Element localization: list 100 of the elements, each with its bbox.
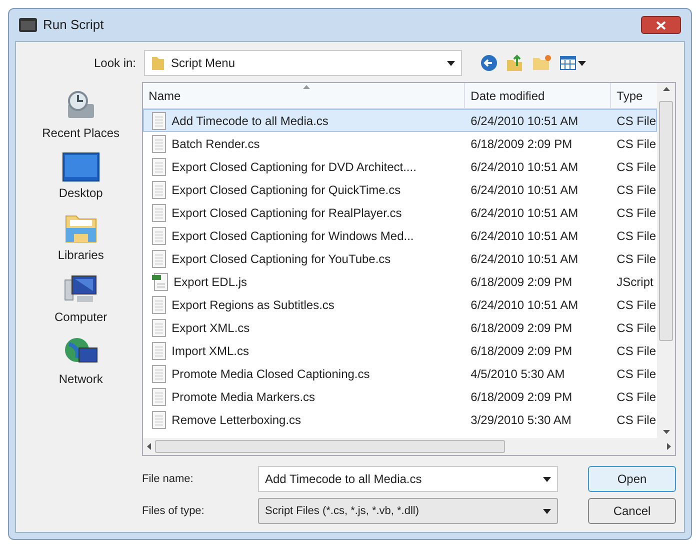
place-item[interactable]: Computer xyxy=(54,274,108,326)
file-date: 6/18/2009 2:09 PM xyxy=(470,274,574,290)
file-name: Export Closed Captioning for YouTube.cs xyxy=(172,250,391,268)
file-date: 6/18/2009 2:09 PM xyxy=(470,320,574,336)
vertical-scrollbar[interactable] xyxy=(657,83,675,438)
file-type: CS File xyxy=(616,320,656,336)
file-name: Export EDL.js xyxy=(174,274,248,290)
file-type: CS File xyxy=(616,296,656,314)
scroll-up-icon xyxy=(662,87,670,91)
document-icon xyxy=(152,112,166,130)
file-row[interactable]: Export Regions as Subtitles.cs 6/24/2010 10:51 AM CS File xyxy=(142,293,657,316)
up-folder-icon[interactable] xyxy=(506,54,524,72)
file-row[interactable]: Remove Letterboxing.cs 3/29/2010 5:30 AM CS File xyxy=(142,408,657,431)
document-icon xyxy=(152,364,166,382)
file-type: CS File xyxy=(616,228,656,244)
dropdown-arrow-icon xyxy=(543,476,551,482)
file-name: Export Closed Captioning for QuickTime.cs xyxy=(172,182,401,198)
file-type: CS File xyxy=(616,388,656,406)
file-date: 6/18/2009 2:09 PM xyxy=(470,136,574,152)
place-item[interactable]: Desktop xyxy=(58,152,103,202)
new-folder-icon[interactable] xyxy=(532,54,552,72)
file-type: CS File xyxy=(616,342,656,360)
place-item[interactable]: Libraries xyxy=(58,212,104,264)
file-row[interactable]: Export XML.cs 6/18/2009 2:09 PM CS File xyxy=(142,316,657,339)
file-row[interactable]: Promote Media Markers.cs 6/18/2009 2:09 PM CS File xyxy=(142,385,657,408)
file-name: Promote Media Closed Captioning.cs xyxy=(172,366,370,382)
file-row[interactable]: Batch Render.cs 6/18/2009 2:09 PM CS File xyxy=(142,132,657,155)
window-title: Run Script xyxy=(43,16,104,34)
file-type: CS File xyxy=(616,204,656,222)
file-row[interactable]: Import XML.cs 6/18/2009 2:09 PM CS File xyxy=(142,339,657,362)
horizontal-scrollbar[interactable] xyxy=(142,438,675,455)
look-in-value: Script Menu xyxy=(171,55,236,72)
view-menu-button[interactable] xyxy=(560,56,586,70)
file-date: 6/24/2010 10:51 AM xyxy=(470,158,580,176)
file-row[interactable]: Export Closed Captioning for RealPlayer.cs 6/24/2010 10:51 AM CS File xyxy=(142,201,657,224)
document-icon xyxy=(152,134,166,152)
file-date: 4/5/2010 5:30 AM xyxy=(470,366,566,382)
dialog-button[interactable]: Cancel xyxy=(588,498,676,524)
file-type: JScript xyxy=(616,274,654,290)
folder-icon xyxy=(151,55,165,71)
file-type: CS File xyxy=(616,136,656,152)
column-header[interactable]: Date modified xyxy=(464,83,611,108)
file-type-label: Files of type: xyxy=(142,504,206,519)
file-date: 3/29/2010 5:30 AM xyxy=(470,412,572,428)
dropdown-arrow-icon xyxy=(447,60,455,66)
file-row[interactable]: Export Closed Captioning for DVD Architect.... 6/24/2010 10:51 AM CS File xyxy=(142,155,657,178)
file-type-dropdown[interactable]: Script Files (*.cs, *.js, *.vb, *.dll) xyxy=(258,498,558,524)
document-icon xyxy=(152,158,166,176)
dropdown-arrow-icon xyxy=(578,60,586,66)
file-date: 6/18/2009 2:09 PM xyxy=(470,388,574,406)
file-name: Export XML.cs xyxy=(172,320,250,336)
document-icon xyxy=(152,204,166,222)
file-name: Export Closed Captioning for DVD Architect.... xyxy=(172,158,416,176)
script-file-icon xyxy=(152,272,168,290)
close-button[interactable] xyxy=(641,16,681,34)
document-icon xyxy=(152,296,166,314)
document-icon xyxy=(152,318,166,336)
file-type: CS File xyxy=(616,412,656,428)
file-row[interactable]: Export Closed Captioning for YouTube.cs 6/24/2010 10:51 AM CS File xyxy=(142,247,657,270)
scroll-down-icon xyxy=(662,430,670,434)
column-header[interactable]: Name xyxy=(142,83,465,108)
document-icon xyxy=(152,226,166,244)
file-date: 6/24/2010 10:51 AM xyxy=(470,182,580,198)
scroll-thumb[interactable] xyxy=(659,101,673,341)
file-name: Export Regions as Subtitles.cs xyxy=(172,296,334,314)
grid-view-icon xyxy=(560,56,576,70)
file-name: Batch Render.cs xyxy=(172,136,260,152)
column-header[interactable]: Type xyxy=(610,83,657,108)
sort-arrow-icon xyxy=(302,85,310,89)
file-name: Promote Media Markers.cs xyxy=(172,388,316,406)
file-type: CS File xyxy=(616,250,656,268)
file-date: 6/24/2010 10:51 AM xyxy=(470,204,580,222)
document-icon xyxy=(152,250,166,268)
scroll-thumb[interactable] xyxy=(154,440,505,453)
document-icon xyxy=(152,342,166,360)
scroll-right-icon xyxy=(667,443,671,450)
file-row[interactable]: Export Closed Captioning for Windows Med... 6/24/2010 10:51 AM CS File xyxy=(142,224,657,247)
file-type: CS File xyxy=(616,366,656,382)
file-row[interactable]: Add Timecode to all Media.cs 6/24/2010 10:51 AM CS File xyxy=(142,109,657,132)
file-name: Add Timecode to all Media.cs xyxy=(172,112,328,130)
file-row[interactable]: Export Closed Captioning for QuickTime.cs 6/24/2010 10:51 AM CS File xyxy=(142,178,657,201)
desktop-icon xyxy=(62,152,100,182)
look-in-dropdown[interactable]: Script Menu xyxy=(144,50,462,76)
document-icon xyxy=(152,180,166,198)
place-item[interactable]: Recent Places xyxy=(42,90,120,142)
file-name-label: File name: xyxy=(142,472,194,487)
file-row[interactable]: Export EDL.js 6/18/2009 2:09 PM JScript xyxy=(142,270,657,293)
file-type: CS File xyxy=(616,182,656,198)
file-date: 6/24/2010 10:51 AM xyxy=(470,250,580,268)
dropdown-arrow-icon xyxy=(543,508,551,514)
file-name: Export Closed Captioning for Windows Med... xyxy=(172,228,414,244)
scroll-left-icon xyxy=(146,443,151,450)
file-name-field[interactable]: Add Timecode to all Media.cs xyxy=(258,466,558,492)
file-type: CS File xyxy=(616,158,656,176)
file-name: Remove Letterboxing.cs xyxy=(172,412,302,428)
place-item[interactable]: Network xyxy=(58,336,103,388)
dialog-button[interactable]: Open xyxy=(588,466,676,492)
document-icon xyxy=(152,388,166,406)
back-icon[interactable] xyxy=(480,54,498,72)
file-row[interactable]: Promote Media Closed Captioning.cs 4/5/2010 5:30 AM CS File xyxy=(142,362,657,385)
